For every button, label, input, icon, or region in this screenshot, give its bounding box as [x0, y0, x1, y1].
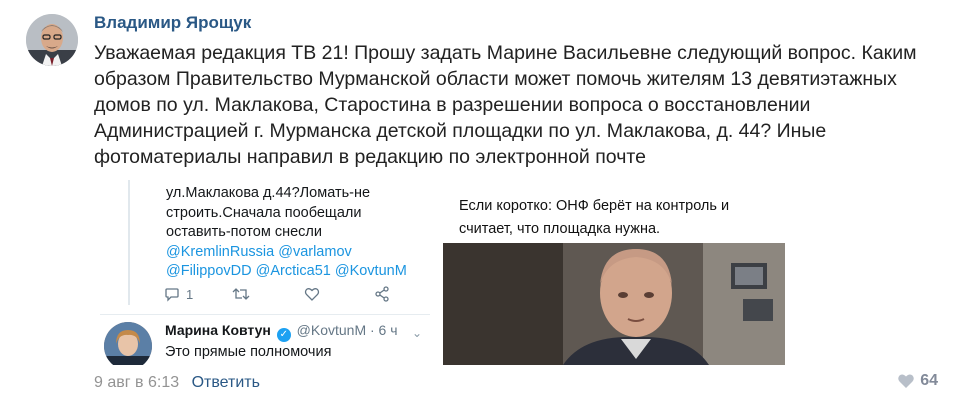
comment-icon [165, 288, 179, 302]
reply-handle: @KovtunM · 6 ч [296, 322, 398, 338]
tweet-actions: 1 [164, 284, 404, 304]
video-frame [443, 243, 785, 365]
like-count: 64 [920, 372, 938, 389]
reply-text: Это прямые полномочия [165, 344, 332, 360]
attached-photo-video[interactable]: Если коротко: ОНФ берёт на контроль и сч… [443, 183, 785, 365]
post-footer: 9 авг в 6:13 Ответить [94, 374, 260, 392]
reply-author-name: Марина Ковтун [165, 322, 271, 338]
video-caption: Если коротко: ОНФ берёт на контроль и сч… [459, 198, 730, 237]
tweet-line: оставить-потом снесли [166, 224, 322, 240]
tweet-text: ул.Маклакова д.44?Ломать-не строить.Снач… [166, 184, 426, 282]
retweet-icon [232, 286, 250, 302]
heart-icon [898, 374, 914, 388]
reply-count: 1 [186, 286, 194, 302]
reply-avatar [104, 322, 152, 365]
tweet-reply-action: 1 [164, 286, 193, 302]
heart-icon [304, 286, 320, 302]
tweet-line: ул.Маклакова д.44?Ломать-не [166, 185, 371, 201]
tweet-line: строить.Сначала пообещали [166, 204, 362, 221]
reply-button[interactable]: Ответить [192, 374, 260, 391]
divider [100, 314, 430, 315]
thread-line [128, 180, 130, 305]
post-text: Уважаемая редакция ТВ 21! Прошу задать М… [94, 42, 917, 168]
chevron-down-icon: ⌄ [412, 326, 423, 340]
tweet-mentions: @FilippovDD @Arctica51 @KovtunM [166, 263, 407, 279]
verified-icon: ✓ [276, 328, 291, 342]
reply-header: Марина Ковтун ✓ @KovtunM · 6 ч [165, 322, 398, 342]
share-icon [374, 286, 390, 302]
post-date[interactable]: 9 авг в 6:13 [94, 374, 179, 391]
avatar[interactable] [26, 14, 78, 66]
like-button[interactable]: 64 [897, 372, 938, 390]
author-name[interactable]: Владимир Ярощук [94, 13, 251, 33]
attached-photo-tweet[interactable]: ул.Маклакова д.44?Ломать-не строить.Снач… [100, 180, 430, 365]
tweet-mentions: @KremlinRussia @varlamov [166, 243, 352, 260]
